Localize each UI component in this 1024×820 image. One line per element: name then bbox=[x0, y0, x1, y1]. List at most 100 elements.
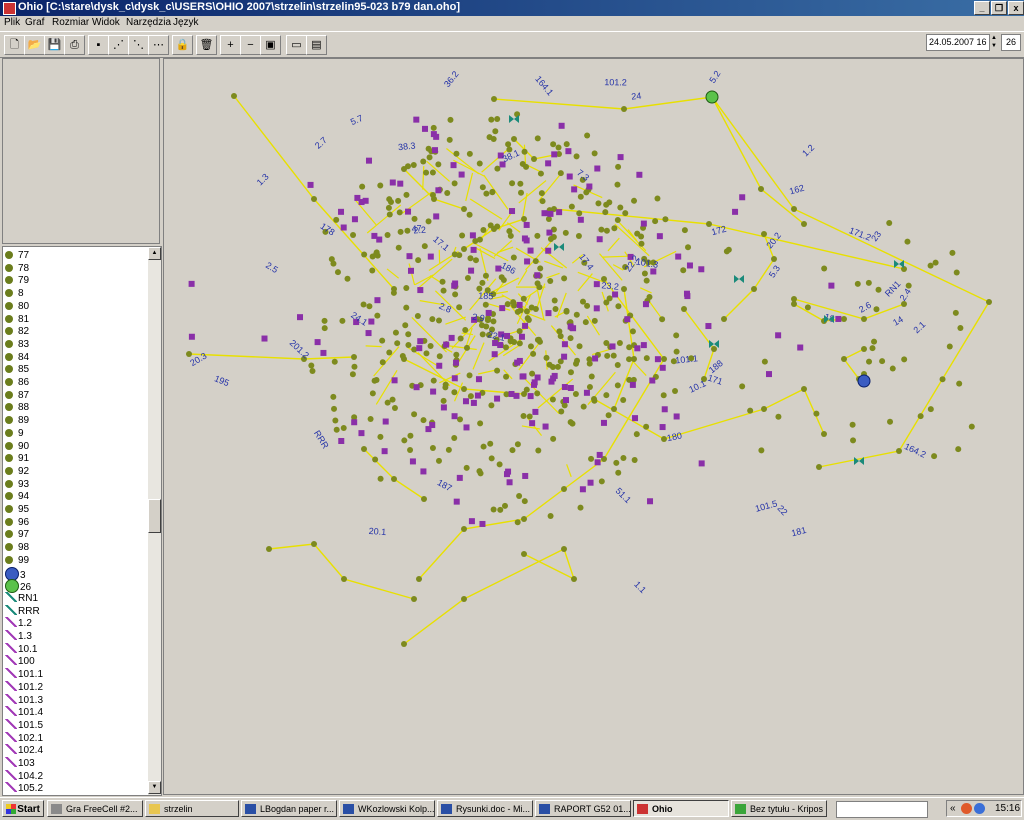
link-marker[interactable] bbox=[699, 460, 705, 466]
node-dot[interactable] bbox=[841, 356, 847, 362]
link-marker[interactable] bbox=[828, 283, 834, 289]
node-dot[interactable] bbox=[564, 141, 570, 147]
node-dot[interactable] bbox=[685, 244, 691, 250]
pipe-segment[interactable] bbox=[632, 361, 646, 376]
node-dot[interactable] bbox=[574, 153, 580, 159]
list-item[interactable]: 89 bbox=[5, 414, 29, 427]
node-dot[interactable] bbox=[568, 419, 574, 425]
node-dot[interactable] bbox=[584, 132, 590, 138]
node-dot[interactable] bbox=[518, 190, 524, 196]
node-dot[interactable] bbox=[531, 156, 537, 162]
task-raport[interactable]: RAPORT G52 01... bbox=[535, 800, 631, 817]
node-dot[interactable] bbox=[918, 413, 924, 419]
link-marker[interactable] bbox=[580, 486, 586, 492]
node-dot[interactable] bbox=[758, 186, 764, 192]
node-dot[interactable] bbox=[614, 182, 620, 188]
list-item[interactable]: 26 bbox=[5, 579, 31, 592]
node-dot[interactable] bbox=[599, 478, 605, 484]
node-dot[interactable] bbox=[850, 437, 856, 443]
node-dot[interactable] bbox=[643, 424, 649, 430]
link-marker[interactable] bbox=[470, 232, 476, 238]
list-item[interactable]: 90 bbox=[5, 440, 29, 453]
list-item[interactable]: 95 bbox=[5, 503, 29, 516]
node-dot[interactable] bbox=[308, 363, 314, 369]
task-rysunki[interactable]: Rysunki.doc - Mi... bbox=[437, 800, 533, 817]
node-dot[interactable] bbox=[517, 340, 523, 346]
open-folder-icon[interactable]: 📂 bbox=[24, 35, 45, 55]
node-dot[interactable] bbox=[416, 576, 422, 582]
pipe-segment[interactable] bbox=[367, 205, 401, 233]
node-dot[interactable] bbox=[758, 447, 764, 453]
list-item[interactable]: 101.4 bbox=[5, 706, 43, 719]
node-dot[interactable] bbox=[477, 160, 483, 166]
node-dot[interactable] bbox=[421, 417, 427, 423]
link-marker[interactable] bbox=[563, 397, 569, 403]
task-freecell[interactable]: Gra FreeCell #2... bbox=[47, 800, 143, 817]
element-list[interactable]: 7778798808182838485868788899909192939495… bbox=[2, 246, 162, 796]
pipe-segment[interactable] bbox=[527, 417, 542, 435]
node-dot[interactable] bbox=[561, 546, 567, 552]
node-dot[interactable] bbox=[573, 391, 579, 397]
graph-canvas[interactable]: 101.5101.3101.1101.2162164.11.3164.21.11… bbox=[163, 58, 1024, 795]
date-spinner[interactable]: ▲▼ bbox=[989, 34, 999, 50]
link-marker[interactable] bbox=[354, 195, 360, 201]
chart-view-icon[interactable]: ▤ bbox=[306, 35, 327, 55]
link-marker[interactable] bbox=[422, 126, 428, 132]
node-dot[interactable] bbox=[661, 356, 667, 362]
node-dot[interactable] bbox=[423, 170, 429, 176]
node-dot[interactable] bbox=[577, 343, 583, 349]
node-dot[interactable] bbox=[615, 303, 621, 309]
node-dot[interactable] bbox=[468, 393, 474, 399]
node-dot[interactable] bbox=[955, 446, 961, 452]
maximize-button[interactable]: ❐ bbox=[991, 1, 1007, 15]
pipe-segment[interactable] bbox=[446, 148, 478, 173]
node-dot[interactable] bbox=[563, 230, 569, 236]
node-dot[interactable] bbox=[405, 331, 411, 337]
list-item[interactable]: 93 bbox=[5, 478, 29, 491]
node-dot[interactable] bbox=[377, 183, 383, 189]
link-marker[interactable] bbox=[189, 334, 195, 340]
node-dot[interactable] bbox=[901, 356, 907, 362]
node-dot[interactable] bbox=[644, 278, 650, 284]
link-marker[interactable] bbox=[550, 375, 556, 381]
node-dot[interactable] bbox=[461, 386, 467, 392]
node-dot[interactable] bbox=[617, 340, 623, 346]
node-dot[interactable] bbox=[231, 93, 237, 99]
node-dot[interactable] bbox=[330, 394, 336, 400]
link-marker[interactable] bbox=[556, 209, 562, 215]
node-dot[interactable] bbox=[427, 154, 433, 160]
node-dot[interactable] bbox=[333, 217, 339, 223]
link-marker[interactable] bbox=[261, 336, 267, 342]
start-button[interactable]: Start bbox=[2, 800, 44, 817]
node-dot[interactable] bbox=[415, 257, 421, 263]
list-item[interactable]: 1.3 bbox=[5, 630, 32, 643]
pipe-segment[interactable] bbox=[578, 272, 603, 281]
node-dot[interactable] bbox=[661, 392, 667, 398]
link-marker[interactable] bbox=[315, 339, 321, 345]
node-dot[interactable] bbox=[457, 416, 463, 422]
link-marker[interactable] bbox=[597, 236, 603, 242]
link-marker[interactable] bbox=[567, 174, 573, 180]
link-marker[interactable] bbox=[610, 343, 616, 349]
node-dot[interactable] bbox=[437, 353, 443, 359]
node-dot[interactable] bbox=[537, 265, 543, 271]
link-marker[interactable] bbox=[471, 247, 477, 253]
node-dot[interactable] bbox=[485, 317, 491, 323]
node-dot[interactable] bbox=[870, 345, 876, 351]
node-dot[interactable] bbox=[403, 192, 409, 198]
node-dot[interactable] bbox=[638, 241, 644, 247]
list-item[interactable]: 8 bbox=[5, 287, 24, 300]
link-marker[interactable] bbox=[732, 209, 738, 215]
node-dot[interactable] bbox=[369, 268, 375, 274]
node-dot[interactable] bbox=[415, 313, 421, 319]
link-marker[interactable] bbox=[366, 158, 372, 164]
node-dot[interactable] bbox=[421, 496, 427, 502]
link-marker[interactable] bbox=[641, 342, 647, 348]
valve-icon[interactable] bbox=[854, 457, 864, 465]
node-dot[interactable] bbox=[761, 406, 767, 412]
link-marker[interactable] bbox=[524, 258, 530, 264]
node-dot[interactable] bbox=[954, 269, 960, 275]
node-dot[interactable] bbox=[377, 434, 383, 440]
node-dot[interactable] bbox=[372, 456, 378, 462]
connect-tool-icon[interactable]: ⋱ bbox=[128, 35, 149, 55]
